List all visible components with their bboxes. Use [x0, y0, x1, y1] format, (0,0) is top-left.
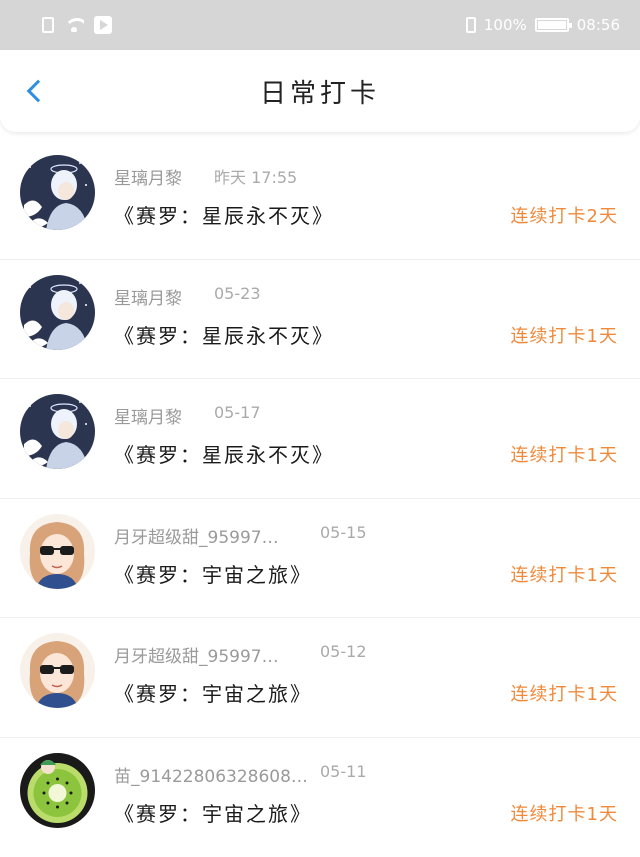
page-title: 日常打卡	[260, 73, 380, 110]
back-button[interactable]	[22, 78, 48, 104]
timestamp: 05-11	[320, 762, 367, 787]
list-item[interactable]: 月牙超级甜_95997… 05-12 《赛罗：宇宙之旅》 连续打卡1天	[0, 618, 640, 738]
checkin-title[interactable]: 《赛罗：宇宙之旅》	[114, 798, 312, 827]
battery-percent: 100%	[484, 16, 527, 34]
battery-icon	[535, 18, 569, 32]
username[interactable]: 月牙超级甜_95997…	[114, 523, 320, 548]
item-meta: 星璃月黎 05-17	[114, 403, 261, 428]
streak-badge: 连续打卡1天	[511, 322, 618, 348]
clock: 08:56	[577, 16, 620, 34]
checkin-list: 星璃月黎 昨天 17:55 《赛罗：星辰永不灭》 连续打卡2天 星璃月黎 05-…	[0, 140, 640, 857]
user-avatar[interactable]	[20, 394, 95, 469]
username[interactable]: 星璃月黎	[114, 284, 214, 309]
item-meta: 星璃月黎 昨天 17:55	[114, 164, 297, 189]
item-meta: 月牙超级甜_95997… 05-12	[114, 642, 367, 667]
checkin-title[interactable]: 《赛罗：宇宙之旅》	[114, 678, 312, 707]
username[interactable]: 星璃月黎	[114, 164, 214, 189]
user-avatar[interactable]	[20, 633, 95, 708]
page-header: 日常打卡	[0, 50, 640, 132]
list-item[interactable]: 苗_91422806328608… 05-11 《赛罗：宇宙之旅》 连续打卡1天	[0, 738, 640, 857]
checkin-title[interactable]: 《赛罗：宇宙之旅》	[114, 559, 312, 588]
timestamp: 05-12	[320, 642, 367, 667]
status-bar: 100% 08:56	[0, 0, 640, 50]
streak-badge: 连续打卡2天	[511, 202, 618, 228]
list-item[interactable]: 星璃月黎 05-23 《赛罗：星辰永不灭》 连续打卡1天	[0, 260, 640, 380]
username[interactable]: 星璃月黎	[114, 403, 214, 428]
user-avatar[interactable]	[20, 753, 95, 828]
list-item[interactable]: 星璃月黎 昨天 17:55 《赛罗：星辰永不灭》 连续打卡2天	[0, 140, 640, 260]
anime-boy-avatar-icon	[20, 155, 95, 230]
checkin-title[interactable]: 《赛罗：星辰永不灭》	[114, 320, 334, 349]
status-bar-right: 100% 08:56	[466, 16, 620, 34]
timestamp: 05-23	[214, 284, 261, 309]
timestamp: 昨天 17:55	[214, 164, 297, 189]
sim-card-icon	[42, 17, 54, 33]
sunglasses-girl-avatar-icon	[20, 514, 95, 589]
list-item[interactable]: 月牙超级甜_95997… 05-15 《赛罗：宇宙之旅》 连续打卡1天	[0, 499, 640, 619]
item-meta: 星璃月黎 05-23	[114, 284, 261, 309]
sunglasses-girl-avatar-icon	[20, 633, 95, 708]
streak-badge: 连续打卡1天	[511, 441, 618, 467]
timestamp: 05-17	[214, 403, 261, 428]
username[interactable]: 月牙超级甜_95997…	[114, 642, 320, 667]
checkin-title[interactable]: 《赛罗：星辰永不灭》	[114, 439, 334, 468]
streak-badge: 连续打卡1天	[511, 561, 618, 587]
item-meta: 苗_91422806328608… 05-11	[114, 762, 367, 787]
user-avatar[interactable]	[20, 275, 95, 350]
item-meta: 月牙超级甜_95997… 05-15	[114, 523, 367, 548]
anime-boy-avatar-icon	[20, 275, 95, 350]
streak-badge: 连续打卡1天	[511, 680, 618, 706]
status-bar-left	[42, 16, 112, 34]
username[interactable]: 苗_91422806328608…	[114, 762, 320, 787]
wifi-icon	[64, 18, 84, 32]
user-avatar[interactable]	[20, 155, 95, 230]
vibrate-icon	[466, 17, 476, 33]
timestamp: 05-15	[320, 523, 367, 548]
chevron-left-icon	[27, 80, 50, 103]
anime-boy-avatar-icon	[20, 394, 95, 469]
streak-badge: 连续打卡1天	[511, 800, 618, 826]
media-play-icon	[94, 16, 112, 34]
user-avatar[interactable]	[20, 514, 95, 589]
list-item[interactable]: 星璃月黎 05-17 《赛罗：星辰永不灭》 连续打卡1天	[0, 379, 640, 499]
kiwi-avatar-icon	[20, 753, 95, 828]
checkin-title[interactable]: 《赛罗：星辰永不灭》	[114, 200, 334, 229]
